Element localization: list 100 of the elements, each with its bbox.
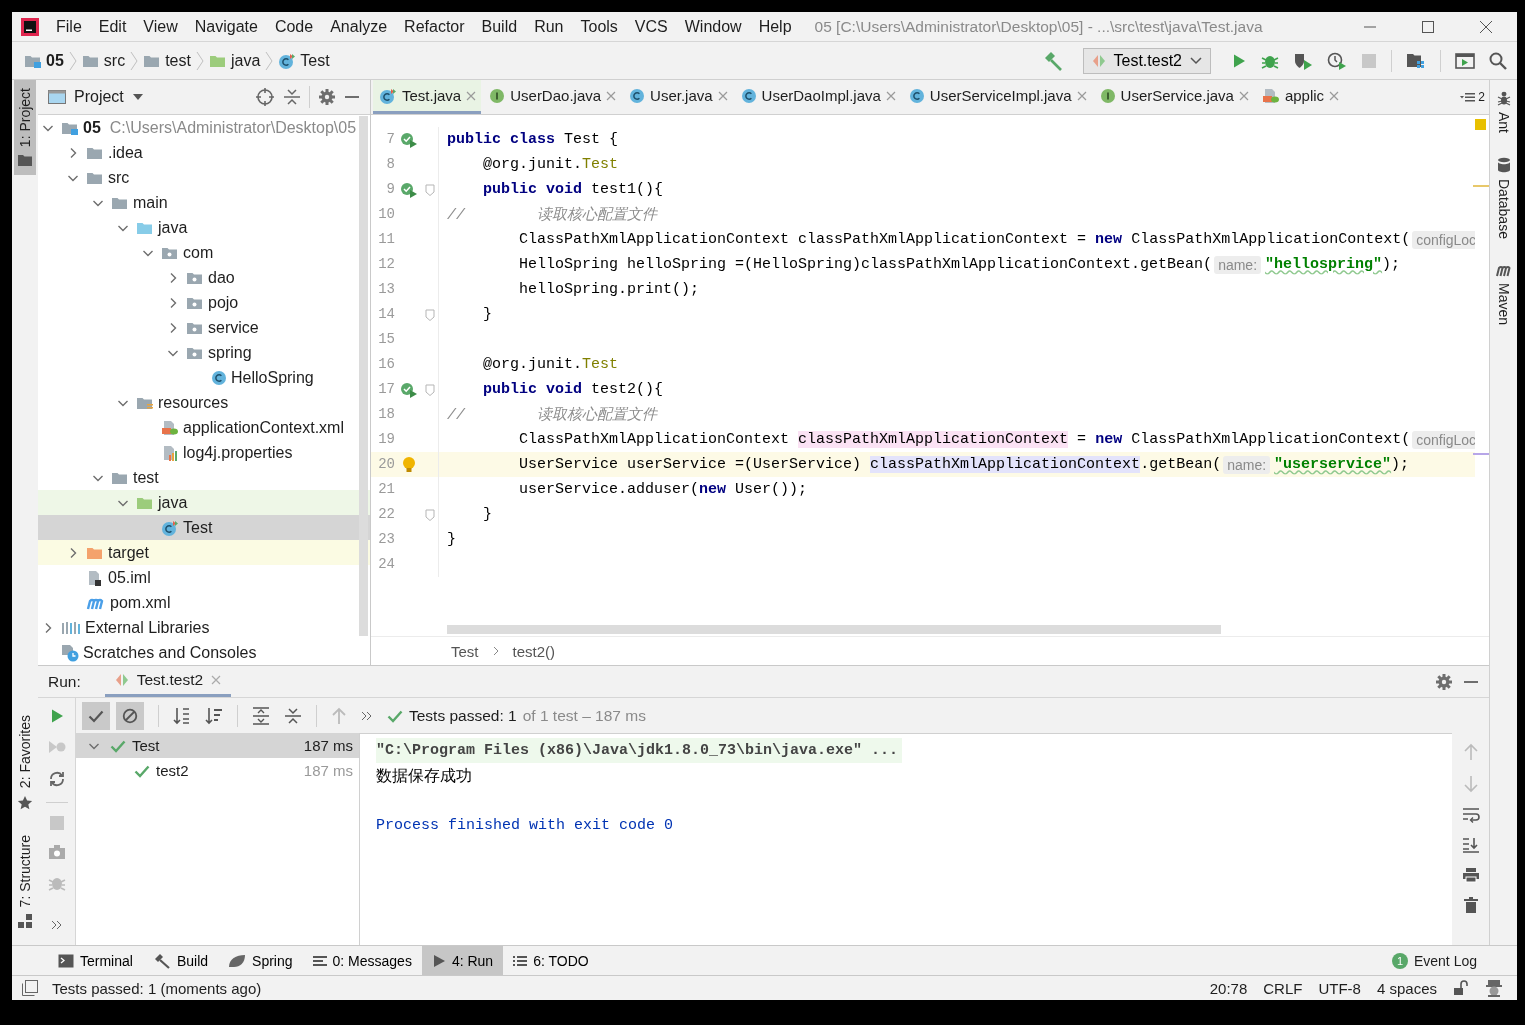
more-icon[interactable] — [361, 710, 373, 721]
tree-item[interactable]: src — [38, 165, 370, 190]
warning-marker[interactable] — [1475, 119, 1486, 130]
tree-item[interactable]: pojo — [38, 290, 370, 315]
sort-alphabetically-icon[interactable] — [173, 706, 191, 725]
menu-item[interactable]: Code — [266, 17, 323, 36]
menu-item[interactable]: Run — [526, 17, 573, 36]
run-icon[interactable] — [1231, 52, 1247, 69]
usage-marker[interactable] — [1473, 453, 1489, 455]
tree-item[interactable]: HelloSpring — [38, 365, 370, 390]
tree-item[interactable]: 05 C:\Users\Administrator\Desktop\05 — [38, 115, 370, 140]
menu-item[interactable]: Window — [676, 17, 751, 36]
tree-item[interactable]: applicationContext.xml — [38, 415, 370, 440]
run-test-icon[interactable] — [400, 181, 418, 198]
tree-item[interactable]: log4j.properties — [38, 440, 370, 465]
inspector-icon[interactable] — [1485, 979, 1503, 997]
breadcrumb[interactable]: src — [79, 51, 128, 70]
tree-item[interactable]: main — [38, 190, 370, 215]
breadcrumb[interactable]: test — [141, 51, 193, 70]
tree-item[interactable]: pom.xml — [38, 590, 370, 615]
tool-window-tab[interactable]: 6: TODO — [503, 946, 599, 975]
tree-item[interactable]: service — [38, 315, 370, 340]
collapse-all-icon[interactable] — [283, 88, 301, 106]
run-test-icon[interactable] — [400, 381, 418, 398]
toggle-auto-test-icon[interactable] — [47, 770, 66, 788]
collapse-all-icon[interactable] — [284, 706, 302, 725]
editor-tab[interactable]: UserServiceImpl.java — [902, 80, 1092, 114]
tool-window-tab[interactable]: 1: Project — [14, 80, 36, 176]
editor-tab[interactable]: User.java — [623, 80, 733, 114]
tree-item[interactable]: java — [38, 215, 370, 240]
lightbulb-icon[interactable] — [402, 455, 416, 474]
settings-icon[interactable] — [318, 88, 336, 106]
tree-item[interactable]: External Libraries — [38, 615, 370, 640]
tree-item[interactable]: com — [38, 240, 370, 265]
hidden-tabs-button[interactable]: 2 — [1460, 80, 1489, 114]
menu-item[interactable]: File — [48, 17, 91, 36]
status-item[interactable]: 20:78 — [1209, 979, 1248, 997]
tool-window-tab[interactable]: Build — [142, 946, 219, 975]
menu-item[interactable]: Tools — [572, 17, 627, 36]
tree-item[interactable]: resources — [38, 390, 370, 415]
tool-window-tab[interactable]: 2: Favorites — [14, 707, 36, 819]
tree-item[interactable]: target — [38, 540, 370, 565]
tree-item[interactable]: Scratches and Consoles — [38, 640, 370, 665]
search-icon[interactable] — [1489, 51, 1507, 70]
run-tab[interactable]: Test.test2 — [104, 666, 232, 697]
editor-tab[interactable]: UserService.java — [1093, 80, 1254, 114]
more-icon[interactable] — [50, 920, 63, 931]
tree-item[interactable]: 05.iml — [38, 565, 370, 590]
tree-item[interactable]: java — [38, 490, 370, 515]
tool-window-tab[interactable]: Spring — [218, 946, 303, 975]
filter-toggle-button[interactable] — [116, 701, 144, 730]
tool-window-tab[interactable]: 4: Run — [421, 946, 504, 975]
event-log-button[interactable]: 1 Event Log — [1391, 952, 1477, 969]
scroll-to-end-icon[interactable] — [1461, 837, 1480, 853]
breadcrumb[interactable]: java — [206, 51, 263, 70]
menu-item[interactable]: VCS — [626, 17, 677, 36]
tree-item[interactable]: .idea — [38, 140, 370, 165]
tree-item[interactable]: test — [38, 465, 370, 490]
breadcrumb[interactable]: test2() — [512, 642, 556, 660]
expand-all-icon[interactable] — [252, 706, 270, 725]
presentation-icon[interactable] — [1455, 51, 1475, 70]
tool-window-tab[interactable]: Terminal — [48, 946, 143, 975]
test-tree-item[interactable]: Test 187 ms — [76, 733, 359, 758]
breadcrumb[interactable]: Test — [451, 642, 479, 660]
tree-item[interactable]: Test — [38, 515, 370, 540]
editor-tab[interactable]: UserDao.java — [483, 80, 622, 114]
soft-wrap-icon[interactable] — [1461, 807, 1480, 823]
breadcrumb[interactable]: 05 — [22, 51, 66, 70]
project-structure-icon[interactable] — [1406, 51, 1426, 70]
fold-marker-icon[interactable] — [425, 308, 435, 321]
menu-item[interactable]: Build — [473, 17, 527, 36]
camera-icon[interactable] — [47, 844, 66, 861]
menu-item[interactable]: View — [135, 17, 187, 36]
menu-item[interactable]: Analyze — [322, 17, 397, 36]
status-item[interactable]: 4 spaces — [1376, 979, 1437, 997]
run-configuration-dropdown[interactable]: Test.test2 — [1082, 47, 1211, 74]
settings-icon[interactable] — [1435, 672, 1453, 691]
editor-tab[interactable]: Test.java — [373, 80, 482, 114]
close-icon[interactable] — [1479, 19, 1493, 34]
project-view-dropdown[interactable]: Project — [48, 88, 144, 106]
editor-tab[interactable]: UserDaoImpl.java — [734, 80, 901, 114]
status-item[interactable]: UTF-8 — [1318, 979, 1361, 997]
menu-item[interactable]: Refactor — [396, 17, 474, 36]
panel-toggle-icon[interactable] — [22, 980, 38, 996]
tree-item[interactable]: dao — [38, 265, 370, 290]
test-tree-item[interactable]: test2 187 ms — [76, 758, 359, 783]
unlocked-icon[interactable] — [1453, 980, 1469, 996]
tool-window-tab[interactable]: Maven — [1492, 260, 1515, 327]
trash-icon[interactable] — [1463, 897, 1478, 913]
status-item[interactable]: CRLF — [1263, 979, 1303, 997]
maximize-icon[interactable] — [1421, 19, 1435, 34]
menu-item[interactable]: Help — [750, 17, 801, 36]
breadcrumb[interactable]: Test — [276, 51, 332, 70]
fold-marker-icon[interactable] — [425, 508, 435, 521]
tree-item[interactable]: spring — [38, 340, 370, 365]
tool-window-tab[interactable]: Database — [1492, 155, 1515, 241]
profiler-icon[interactable] — [1327, 51, 1347, 70]
sort-by-duration-icon[interactable] — [205, 706, 223, 725]
tool-window-tab[interactable]: 0: Messages — [302, 946, 422, 975]
fold-marker-icon[interactable] — [425, 183, 435, 196]
